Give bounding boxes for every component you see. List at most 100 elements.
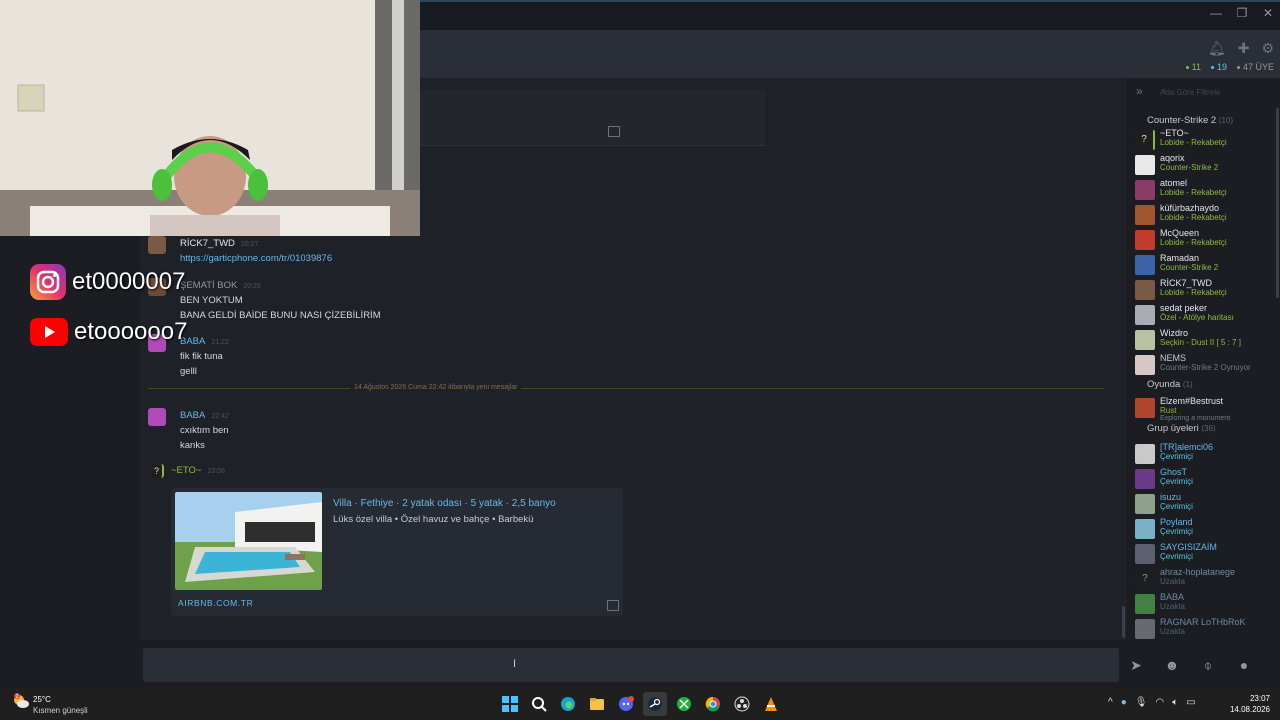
friend-row[interactable]: RİCK7_TWD Lobide - Rekabetçi <box>1135 278 1275 302</box>
friend-avatar[interactable] <box>1135 544 1155 564</box>
friend-name: Ramadan <box>1160 253 1200 263</box>
friend-row[interactable]: Elzem#Bestrust Rust Exploring a monument <box>1135 396 1275 422</box>
friend-row[interactable]: RAGNAR LoTHbRoK Uzakta <box>1135 617 1275 641</box>
weather-alert-badge: 2 <box>16 694 19 700</box>
close-icon[interactable]: ✕ <box>1262 6 1274 20</box>
friend-avatar[interactable] <box>1135 230 1155 250</box>
friend-avatar[interactable] <box>1135 305 1155 325</box>
message-link[interactable]: https://garticphone.com/tr/01039876 <box>180 253 332 264</box>
friend-avatar[interactable] <box>1135 255 1155 275</box>
friend-row[interactable]: atomel Lobide - Rekabetçi <box>1135 178 1275 202</box>
friend-avatar[interactable] <box>1135 494 1155 514</box>
friend-avatar[interactable] <box>1135 205 1155 225</box>
friend-row[interactable]: ? ~ETO~ Lobide - Rekabetçi <box>1135 128 1275 152</box>
message-author[interactable]: ~ETO~ 23:06 <box>171 465 225 476</box>
avatar[interactable] <box>148 236 166 254</box>
embed-title[interactable]: Villa · Fethiye · 2 yatak odası · 5 yata… <box>333 498 556 509</box>
volume-icon[interactable]: 🔈︎ <box>1172 697 1178 708</box>
file-explorer-icon[interactable] <box>585 692 609 716</box>
attach-icon[interactable]: ⌽ <box>1196 656 1220 674</box>
friend-avatar[interactable] <box>1135 619 1155 639</box>
steam-icon[interactable] <box>643 692 667 716</box>
friend-row[interactable]: [TR]alemci06 Çevrimiçi <box>1135 442 1275 466</box>
message-author[interactable]: RİCK7_TWD 20:27 <box>180 238 258 249</box>
microphone-icon[interactable]: 🎙︎ <box>1135 697 1148 708</box>
wifi-icon[interactable]: ◠ <box>1155 697 1164 708</box>
avatar[interactable]: ? <box>151 464 164 478</box>
notification-bell-icon[interactable]: 🔔︎ <box>1208 40 1226 57</box>
minimize-icon[interactable]: — <box>1210 6 1222 20</box>
battery-icon[interactable]: ▭ <box>1186 697 1195 708</box>
friend-row[interactable]: Wizdro Seçkin - Dust II [ 5 : 7 ] <box>1135 328 1275 352</box>
settings-icon[interactable]: ⚙ <box>1261 40 1274 57</box>
villa-photo[interactable] <box>175 492 322 590</box>
friend-name: RAGNAR LoTHbRoK <box>1160 617 1246 627</box>
vlc-icon[interactable] <box>759 692 783 716</box>
friend-row[interactable]: ? ahraz-hoplatanege Uzakta <box>1135 567 1275 591</box>
panel-scrollbar[interactable] <box>1276 108 1279 298</box>
weather-icon: 2 <box>14 693 29 708</box>
group-header-members[interactable]: Grup üyeleri (36) <box>1147 423 1216 434</box>
friend-row[interactable]: aqorix Counter-Strike 2 <box>1135 153 1275 177</box>
friend-avatar[interactable] <box>1135 444 1155 464</box>
friend-avatar[interactable]: ? <box>1135 130 1155 150</box>
friend-avatar[interactable] <box>1135 155 1155 175</box>
copy-link-icon[interactable] <box>607 600 619 611</box>
friend-status: Uzakta <box>1160 627 1185 636</box>
friend-avatar[interactable] <box>1135 180 1155 200</box>
friend-avatar[interactable] <box>1135 355 1155 375</box>
friend-name: BABA <box>1160 592 1185 602</box>
search-icon[interactable] <box>527 692 551 716</box>
restore-icon[interactable]: ❐ <box>1236 6 1248 20</box>
message-composer: I ➤ ☻ ⌽ ● <box>140 646 1280 684</box>
friend-avatar[interactable] <box>1135 330 1155 350</box>
friend-avatar[interactable]: ? <box>1135 569 1155 589</box>
discord-icon[interactable] <box>614 692 638 716</box>
steam-tray-icon[interactable]: ● <box>1121 697 1127 708</box>
windows-start-icon[interactable] <box>498 692 522 716</box>
friend-row[interactable]: SAYGISIZAİM Çevrimiçi <box>1135 542 1275 566</box>
friend-avatar[interactable] <box>1135 398 1155 418</box>
copy-link-icon[interactable] <box>608 126 620 137</box>
edge-icon[interactable] <box>556 692 580 716</box>
weather-widget[interactable]: 2 25°C Kısmen güneşli <box>12 692 88 715</box>
message-text: kanks <box>180 440 205 451</box>
friend-row[interactable]: sedat peker Özel - Atölye haritası <box>1135 303 1275 327</box>
friend-row[interactable]: McQueen Lobide - Rekabetçi <box>1135 228 1275 252</box>
taskbar-clock[interactable]: 23:07 14.08.2026 <box>1230 693 1270 715</box>
friend-name: McQueen <box>1160 228 1200 238</box>
friend-avatar[interactable] <box>1135 469 1155 489</box>
collapse-panel-icon[interactable]: » <box>1136 84 1143 98</box>
add-friend-icon[interactable]: ✚ <box>1238 40 1250 57</box>
friend-avatar[interactable] <box>1135 594 1155 614</box>
friend-row[interactable]: NEMS Counter-Strike 2 Oynuyor <box>1135 353 1275 377</box>
emoji-icon[interactable]: ☻ <box>1160 656 1184 674</box>
friend-row[interactable]: BABA Uzakta <box>1135 592 1275 616</box>
avatar[interactable] <box>148 408 166 426</box>
message-input[interactable]: I <box>143 648 1119 682</box>
friend-row[interactable]: küfürbazhaydo Lobide - Rekabetçi <box>1135 203 1275 227</box>
chrome-icon[interactable] <box>701 692 725 716</box>
send-icon[interactable]: ➤ <box>1124 656 1148 674</box>
voice-icon[interactable]: ● <box>1232 656 1256 674</box>
group-header-cs2[interactable]: Counter-Strike 2 (10) <box>1147 115 1233 126</box>
friend-avatar[interactable] <box>1135 280 1155 300</box>
member-filter-input[interactable]: Ada Göre Filtrele <box>1160 88 1272 100</box>
friend-row[interactable]: Poyland Çevrimiçi <box>1135 517 1275 541</box>
chevron-up-icon[interactable]: ^ <box>1108 697 1113 708</box>
friend-row[interactable]: isuzu Çevrimiçi <box>1135 492 1275 516</box>
embed-site[interactable]: AIRBNB.COM.TR <box>178 598 253 608</box>
friend-row[interactable]: Ramadan Counter-Strike 2 <box>1135 253 1275 277</box>
friend-avatar[interactable] <box>1135 519 1155 539</box>
chat-scrollbar[interactable] <box>1122 606 1125 638</box>
friend-status: Rust <box>1160 406 1177 415</box>
new-messages-divider <box>148 388 1104 389</box>
message-author[interactable]: ŞEMATİ BOK 20:29 <box>180 280 261 291</box>
message-author[interactable]: BABA 22:42 <box>180 410 229 421</box>
obs-icon[interactable] <box>730 692 754 716</box>
friend-row[interactable]: GhosT Çevrimiçi <box>1135 467 1275 491</box>
xbox-icon[interactable] <box>672 692 696 716</box>
group-header-ingame[interactable]: Oyunda (1) <box>1147 379 1193 390</box>
link-preview-card[interactable]: Villa · Fethiye · 2 yatak odası · 5 yata… <box>171 488 623 616</box>
friend-rich-presence: Exploring a monument <box>1160 415 1231 422</box>
